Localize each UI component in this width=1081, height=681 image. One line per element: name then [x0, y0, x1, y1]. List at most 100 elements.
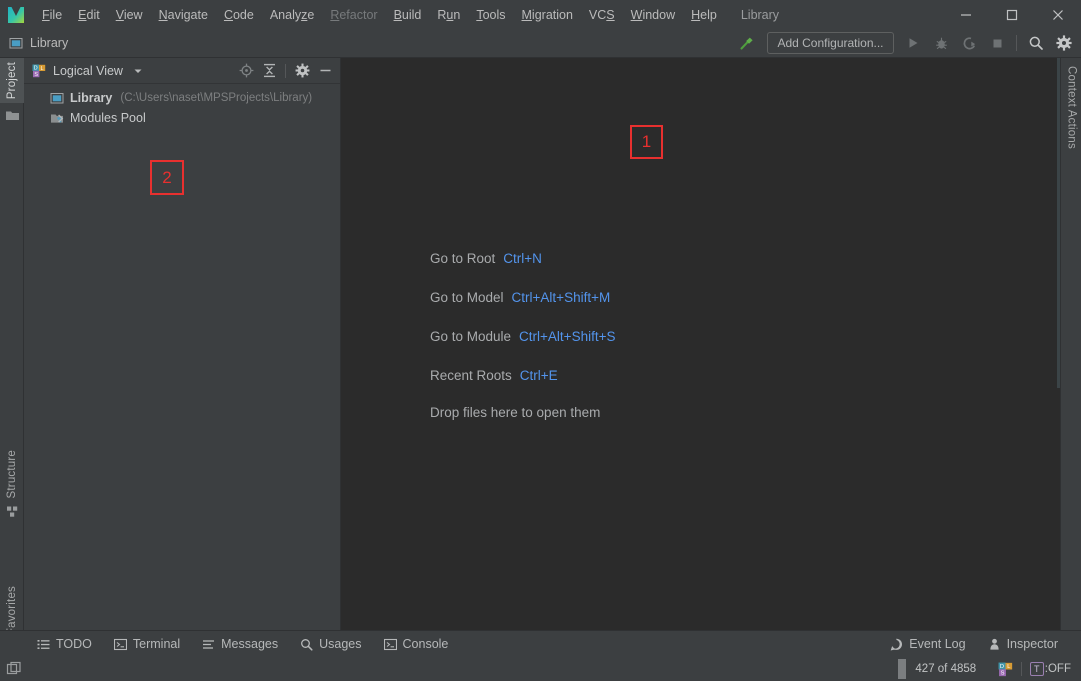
hint-go-to-root: Go to Root Ctrl+N [430, 239, 615, 278]
bottom-tab-label: TODO [56, 637, 92, 651]
bottom-tab-terminal[interactable]: Terminal [103, 631, 191, 658]
run-configuration-selector[interactable]: Add Configuration... [767, 32, 894, 54]
mps-logo-icon [7, 6, 25, 24]
menu-navigate[interactable]: Navigate [151, 4, 216, 26]
chevron-right-icon[interactable] [54, 108, 66, 128]
breadcrumb[interactable]: Library [9, 36, 68, 50]
stop-square-icon[interactable] [984, 31, 1010, 55]
chevron-down-icon[interactable] [133, 66, 143, 76]
project-panel-actions [235, 60, 336, 82]
show-tool-windows-icon[interactable] [6, 661, 22, 677]
toolbar-separator [1016, 35, 1017, 51]
menu-refactor: Refactor [330, 7, 378, 22]
status-bar: 427 of 4858 D L S T :OFF [0, 657, 1081, 681]
right-tool-rail: Context Actions [1060, 58, 1081, 630]
menu-code[interactable]: Code [216, 4, 262, 26]
messages-icon [202, 638, 215, 651]
menu-edit[interactable]: Edit [70, 4, 108, 26]
console-icon [383, 638, 397, 651]
terminal-icon [113, 638, 127, 651]
svg-text:L: L [41, 65, 44, 71]
tree-node-label: Modules Pool [70, 111, 146, 125]
memory-fill-bar [897, 659, 907, 679]
bottom-tab-label: Terminal [132, 637, 181, 651]
title-bar: File Edit View Navigate Code Analyze Ref… [0, 0, 1081, 29]
memory-label: 427 of 4858 [915, 663, 977, 675]
editor-scrollbar[interactable] [1057, 58, 1060, 388]
menu-build[interactable]: Build [386, 4, 430, 26]
gear-icon[interactable] [1051, 31, 1077, 55]
gear-icon[interactable] [291, 60, 313, 82]
search-icon [300, 638, 313, 651]
svg-text:D: D [1000, 664, 1004, 670]
run-play-icon[interactable] [900, 31, 926, 55]
tree-node-path: (C:\Users\naset\MPSProjects\Library) [120, 92, 313, 104]
folder-icon [0, 106, 24, 123]
status-bar-left [0, 661, 22, 677]
tree-node-modules-pool[interactable]: Modules Pool [24, 108, 340, 128]
navigation-bar: Library Add Configuration... [0, 29, 1081, 58]
window-controls [943, 0, 1081, 29]
bottom-tab-todo[interactable]: TODO [26, 631, 103, 658]
panel-separator [285, 63, 286, 78]
bottom-tab-usages[interactable]: Usages [289, 631, 372, 658]
bottom-tab-event-log[interactable]: Event Log [879, 631, 976, 658]
menu-tools[interactable]: Tools [468, 4, 513, 26]
menu-analyze[interactable]: Analyze [262, 4, 322, 26]
project-view-selector-label[interactable]: Logical View [53, 64, 123, 78]
menu-help[interactable]: Help [683, 4, 725, 26]
hide-icon[interactable] [314, 60, 336, 82]
menu-migration[interactable]: Migration [514, 4, 581, 26]
dsl-badge-icon: D L S [32, 64, 46, 78]
hint-label: Go to Module [430, 329, 512, 344]
memory-indicator[interactable]: 427 of 4858 [897, 659, 994, 679]
sidebar-item-project[interactable]: Project [0, 58, 24, 104]
editor-empty-area: Go to Root Ctrl+N Go to Model Ctrl+Alt+S… [341, 58, 1060, 630]
locate-icon[interactable] [235, 60, 257, 82]
menu-file[interactable]: File [34, 4, 70, 26]
hint-drop-files: Drop files here to open them [430, 404, 601, 420]
hint-shortcut: Ctrl+N [503, 251, 542, 266]
bottom-tab-messages[interactable]: Messages [191, 631, 289, 658]
main-menu: File Edit View Navigate Code Analyze Ref… [34, 0, 779, 29]
hint-label: Recent Roots [430, 368, 512, 383]
structure-icon [6, 505, 19, 518]
minimize-icon[interactable] [943, 0, 989, 29]
status-badge[interactable]: T :OFF [1029, 662, 1081, 676]
run-coverage-icon[interactable] [956, 31, 982, 55]
sidebar-item-context-actions[interactable]: Context Actions [1061, 62, 1081, 153]
bottom-tab-inspector[interactable]: Inspector [977, 631, 1069, 658]
bottom-tab-console[interactable]: Console [373, 631, 460, 658]
hint-shortcut: Ctrl+E [519, 368, 558, 383]
tree-node-library[interactable]: Library (C:\Users\naset\MPSProjects\Libr… [24, 88, 340, 108]
annotation-box-1: 1 [630, 125, 663, 159]
rail-label-context-actions: Context Actions [1065, 66, 1078, 149]
annotation-box-2: 2 [150, 160, 184, 195]
menu-vcs[interactable]: VCS [581, 4, 623, 26]
hammer-build-icon[interactable] [733, 31, 759, 55]
sidebar-item-structure[interactable]: Structure [0, 446, 24, 518]
bottom-tab-label: Messages [221, 637, 279, 651]
ide-window: File Edit View Navigate Code Analyze Ref… [0, 0, 1081, 681]
project-tool-window: D L S Logical View Library (C:\Users\nas… [24, 58, 341, 630]
maximize-icon[interactable] [989, 0, 1035, 29]
status-bar-right: 427 of 4858 D L S T :OFF [897, 657, 1081, 681]
svg-text:D: D [34, 65, 38, 71]
svg-text:S: S [1000, 670, 1004, 676]
rail-label-structure: Structure [6, 450, 18, 499]
collapse-all-icon[interactable] [258, 60, 280, 82]
svg-text:S: S [34, 71, 38, 77]
dsl-badge-icon[interactable]: D L S [998, 662, 1013, 677]
menu-view[interactable]: View [108, 4, 151, 26]
menu-window[interactable]: Window [623, 4, 683, 26]
bottom-bar-right: Event Log Inspector [853, 631, 1081, 658]
svg-text:L: L [1007, 664, 1010, 670]
debug-bug-icon[interactable] [928, 31, 954, 55]
search-icon[interactable] [1023, 31, 1049, 55]
window-project-name: Library [740, 7, 780, 22]
hint-go-to-module: Go to Module Ctrl+Alt+Shift+S [430, 317, 615, 356]
close-icon[interactable] [1035, 0, 1081, 29]
menu-run[interactable]: Run [429, 4, 468, 26]
hint-shortcut: Ctrl+Alt+Shift+M [511, 290, 611, 305]
bottom-tab-label: Event Log [909, 637, 966, 651]
